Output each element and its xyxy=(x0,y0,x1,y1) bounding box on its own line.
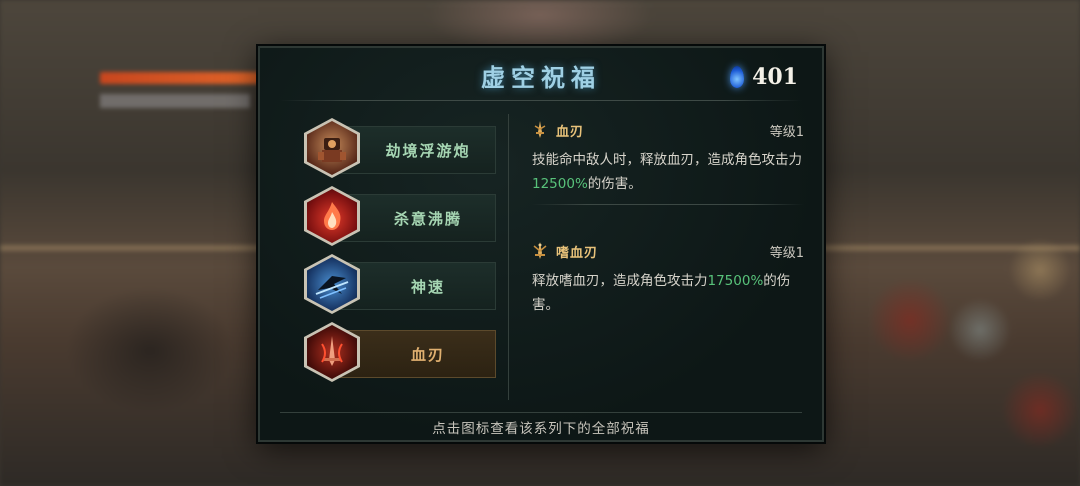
blue-flame-gem-icon xyxy=(730,66,745,88)
title-divider xyxy=(280,100,802,101)
series-item-1[interactable]: 杀意沸腾 xyxy=(304,186,498,246)
description-text: 释放嗜血刃，造成角色攻击力 xyxy=(532,273,708,289)
blessing-details: 血刃 等级1 技能命中敌人时，释放血刃，造成角色攻击力 12500%的伤害。 嗜血… xyxy=(532,118,804,317)
blessing-entry-0: 血刃 等级1 技能命中敌人时，释放血刃，造成角色攻击力 12500%的伤害。 xyxy=(532,118,804,196)
description-text: 的伤害。 xyxy=(587,176,642,192)
bloodthirst-blade-small-icon xyxy=(533,242,547,259)
currency-display: 401 xyxy=(730,64,798,90)
series-item-2[interactable]: 神速 xyxy=(304,254,498,314)
speed-rider-icon xyxy=(315,276,349,299)
red-flame-icon xyxy=(324,202,341,230)
series-item-3-selected[interactable]: 血刃 xyxy=(304,322,498,382)
blessing-level: 等级1 xyxy=(769,245,804,261)
damage-value: 17500% xyxy=(707,273,764,289)
blessing-separator xyxy=(532,204,804,205)
void-blessing-panel: 虚空祝福 401 劫境浮游炮 杀意沸腾 神速 血刃 血刃 等级1 技能命中敌人时… xyxy=(258,46,824,442)
background-name-bar xyxy=(100,94,250,108)
blood-blade-small-icon xyxy=(534,121,546,138)
blessing-series-list: 劫境浮游炮 杀意沸腾 神速 血刃 xyxy=(304,118,498,390)
footer-hint: 点击图标查看该系列下的全部祝福 xyxy=(280,412,802,440)
blessing-description: 技能命中敌人时，释放血刃，造成角色攻击力 12500%的伤害。 xyxy=(532,148,804,196)
blessing-name: 嗜血刃 xyxy=(556,245,599,261)
blessing-description: 释放嗜血刃，造成角色攻击力17500%的伤害。 xyxy=(532,269,804,317)
damage-value: 12500% xyxy=(532,176,588,192)
series-item-0[interactable]: 劫境浮游炮 xyxy=(304,118,498,178)
currency-value: 401 xyxy=(752,64,798,90)
background-health-bar xyxy=(100,72,270,84)
description-text: 技能命中敌人时，释放血刃，造成角色攻击力 xyxy=(532,152,802,168)
blessing-name: 血刃 xyxy=(556,124,585,140)
column-divider xyxy=(508,114,509,400)
mecha-warrior-icon xyxy=(318,138,346,162)
blood-blade-icon xyxy=(321,336,343,366)
blessing-entry-1: 嗜血刃 等级1 释放嗜血刃，造成角色攻击力17500%的伤害。 xyxy=(532,239,804,317)
blessing-level: 等级1 xyxy=(769,124,804,140)
